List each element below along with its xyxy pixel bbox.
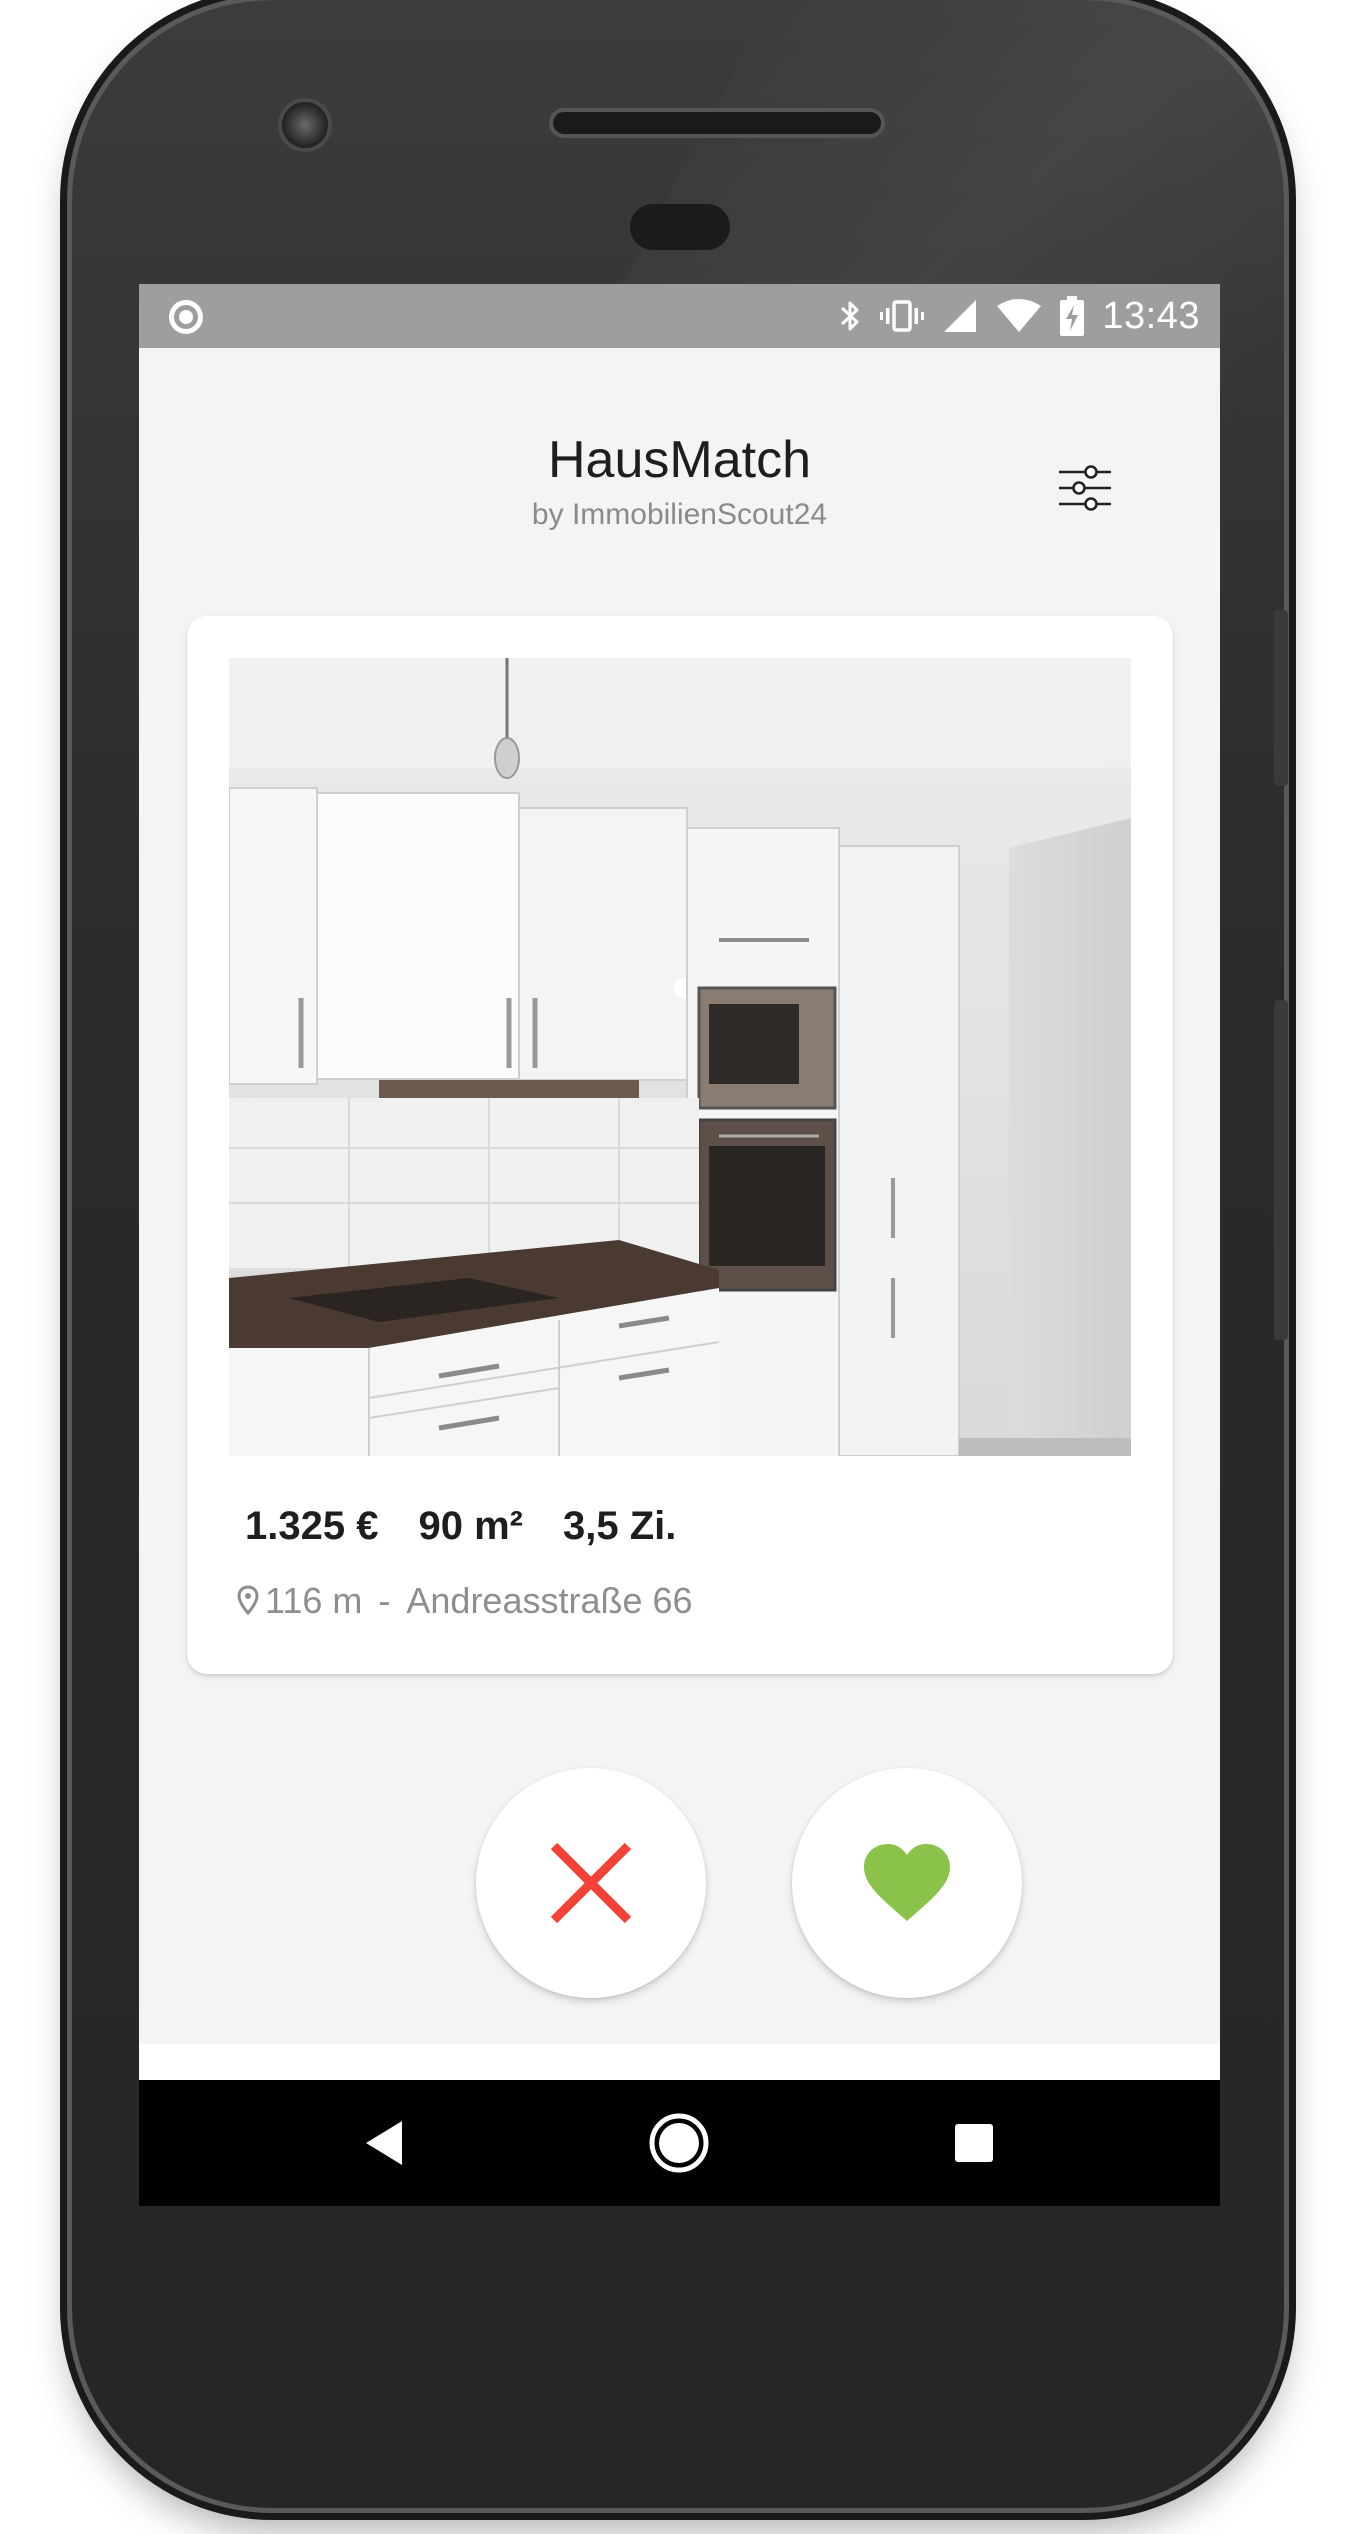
listing-area: 90 m² <box>418 1504 523 1548</box>
sliders-icon <box>1059 465 1111 511</box>
volume-button <box>1274 1000 1288 1340</box>
front-camera <box>278 98 332 152</box>
status-bar: 13:43 <box>139 284 1220 348</box>
home-button[interactable] <box>639 2103 719 2183</box>
power-button <box>1274 610 1288 786</box>
status-time: 13:43 <box>1102 294 1200 337</box>
app-header: HausMatch by ImmobilienScout24 <box>139 348 1220 578</box>
listing-photo <box>229 658 1131 1456</box>
listing-facts: 1.325 € 90 m² 3,5 Zi. <box>245 1504 676 1549</box>
heart-icon <box>864 1844 950 1921</box>
recents-icon <box>955 2124 993 2162</box>
home-icon <box>649 2113 709 2173</box>
dislike-button[interactable] <box>476 1768 706 1998</box>
vibrate-icon <box>880 298 925 334</box>
back-icon <box>366 2121 402 2165</box>
navigation-bar <box>139 2080 1220 2206</box>
close-icon <box>550 1842 632 1924</box>
content-bottom <box>139 2044 1220 2084</box>
listing-address: Andreasstraße 66 <box>406 1580 693 1621</box>
screen: 13:43 HausMatch by ImmobilienScout24 1.3… <box>139 284 1220 2206</box>
phone-frame: 13:43 HausMatch by ImmobilienScout24 1.3… <box>72 0 1284 2508</box>
wifi-icon <box>996 298 1042 334</box>
recents-button[interactable] <box>934 2103 1014 2183</box>
listing-separator: - <box>378 1580 391 1621</box>
listing-rooms: 3,5 Zi. <box>562 1504 677 1548</box>
listing-location: 116 m - Andreasstraße 66 <box>237 1580 693 1622</box>
signal-icon <box>942 298 978 334</box>
status-icons: 13:43 <box>838 284 1200 348</box>
battery-charging-icon <box>1060 296 1085 336</box>
listing-card[interactable]: 1.325 € 90 m² 3,5 Zi. 116 m - Andreasstr… <box>187 616 1173 1674</box>
filter-button[interactable] <box>1045 448 1125 528</box>
record-icon <box>169 300 203 334</box>
listing-distance: 116 m <box>265 1580 363 1621</box>
proximity-sensor <box>630 204 730 250</box>
back-button[interactable] <box>344 2103 424 2183</box>
kitchen-photo <box>229 658 1131 1456</box>
bluetooth-icon <box>838 298 862 334</box>
listing-price: 1.325 € <box>245 1504 379 1548</box>
earpiece-speaker <box>549 108 885 138</box>
location-pin-icon <box>237 1585 259 1616</box>
like-button[interactable] <box>792 1768 1022 1998</box>
